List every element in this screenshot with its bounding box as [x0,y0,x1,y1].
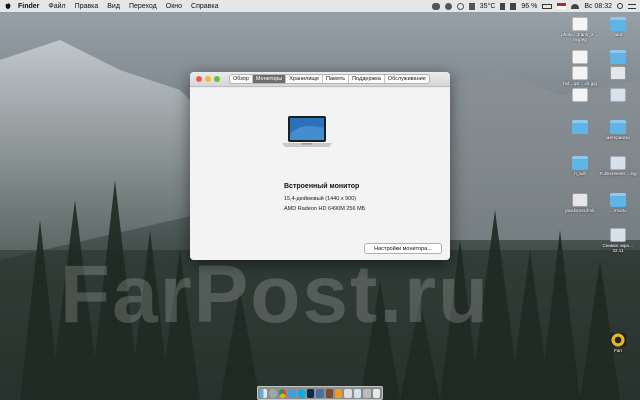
notifications-icon[interactable] [628,3,636,9]
desktop-icon-label: h_wiif [574,171,586,176]
menu-bar: Finder Файл Правка Вид Переход Окно Спра… [0,0,640,12]
desktop-icon-label: материалы [606,135,630,140]
menu-help[interactable]: Справка [191,3,218,10]
desktop-app-fan[interactable]: Fan [598,333,638,353]
desktop-folder-card[interactable]: card [598,17,638,37]
trash-icon[interactable] [372,388,381,398]
desktop-file[interactable] [560,50,600,64]
bluetooth-icon[interactable] [500,2,506,10]
desktop-folder-rmorto[interactable]: …rmorto [598,193,638,213]
tab-memory[interactable]: Память [323,75,350,83]
tab-bar: Обзор Мониторы Хранилище Память Поддержк… [229,74,430,84]
image-icon [610,156,626,170]
menu-view[interactable]: Вид [107,3,120,10]
about-this-mac-window: Обзор Мониторы Хранилище Память Поддержк… [190,72,450,260]
battery-icon[interactable] [542,3,553,9]
tab-support[interactable]: Поддержка [349,75,385,83]
display-settings-button[interactable]: Настройки монитора... [364,243,442,254]
desktop-icon-label: photo…3 ans_3 …m.jpeg [561,32,599,42]
minimize-button[interactable] [205,76,211,82]
desktop-file-hid[interactable]: hid…qsl …ck.jpg [560,66,600,86]
desktop-folder[interactable] [560,120,600,134]
folder-icon [610,193,626,207]
apple-icon[interactable] [4,2,12,10]
menu-file[interactable]: Файл [48,3,65,10]
photoshop-icon[interactable] [306,388,315,398]
desktop-folder-hwiif[interactable]: h_wiif [560,156,600,176]
sync-icon[interactable] [456,2,464,10]
desktop-icon-label: card [613,32,623,37]
display-resolution: 15,4-дюймовый (1440 x 900) [284,196,357,202]
menu-window[interactable]: Окно [166,3,182,10]
folder-icon [572,156,588,170]
tab-service[interactable]: Обслуживание [385,75,429,83]
desktop-icon-label: hid…qsl …ck.jpg [563,81,597,86]
flag-icon[interactable] [557,3,567,9]
tab-storage[interactable]: Хранилище [286,75,323,83]
document-icon [572,50,588,64]
graphics-card: AMD Radeon HD 6490M 256 МБ [284,206,366,212]
desktop-screenshot-file[interactable]: Снимок экра…32.11 [598,228,638,253]
display-name: Встроенный монитор [284,183,360,190]
desktop-screenshot[interactable] [598,88,638,102]
circle-icon[interactable] [444,2,452,10]
download-icon[interactable] [468,2,475,10]
desktop-icon-label: Снимок экра…32.11 [602,243,634,253]
wifi-icon[interactable] [571,3,580,9]
folder-icon [572,120,588,134]
folder-icon [610,17,626,31]
radiation-icon [610,333,626,347]
dock [257,386,383,400]
clock[interactable]: Вс 08:32 [584,3,612,10]
window-content: Встроенный монитор 15,4-дюймовый (1440 x… [190,88,450,260]
document-icon [610,66,626,80]
app-icon[interactable] [316,388,324,398]
temperature-readout[interactable]: 35°C [480,3,496,10]
menu-edit[interactable]: Правка [75,3,99,10]
safari-icon[interactable] [288,388,296,398]
illustrator-icon[interactable] [335,388,343,398]
folder-icon [610,50,626,64]
chrome-icon[interactable] [278,388,287,398]
desktop-icon-label: javaforest.ifmb [565,208,595,213]
image-icon [610,88,626,102]
menu-app-finder[interactable]: Finder [18,3,39,10]
window-titlebar[interactable]: Обзор Мониторы Хранилище Память Поддержк… [190,72,450,87]
search-icon[interactable] [617,3,623,9]
desktop-file[interactable] [560,88,600,102]
desktop-file[interactable] [598,66,638,80]
desktop-folder-materials[interactable]: материалы [598,120,638,140]
desktop-file-javaforest[interactable]: javaforest.ifmb [560,193,600,213]
launchpad-icon[interactable] [269,388,277,398]
folder-icon [610,120,626,134]
document-icon [572,66,588,80]
zoom-button[interactable] [214,76,220,82]
desktop-icon-label: FullScreenM …ing [599,171,637,176]
watermark: FarPost.ru [60,249,491,340]
desktop-folder[interactable] [598,50,638,64]
close-button[interactable] [196,76,202,82]
desktop-file-fullscreen[interactable]: FullScreenM …ing [598,156,638,176]
desktop-icon-label: Fan [614,348,622,353]
document-icon [572,88,588,102]
app-icon[interactable] [344,388,352,398]
image-icon [610,228,626,242]
app-icon[interactable] [325,388,334,398]
tab-displays[interactable]: Мониторы [252,75,287,83]
app-icon[interactable] [363,388,371,398]
menu-go[interactable]: Переход [129,3,157,10]
desktop-icon-label: …rmorto [609,208,627,213]
laptop-icon [282,116,332,147]
volume-icon[interactable] [510,2,517,10]
preview-icon[interactable] [353,388,362,398]
cloud-icon[interactable] [431,2,440,10]
tab-overview[interactable]: Обзор [230,75,253,83]
skype-icon[interactable] [297,388,305,398]
finder-icon[interactable] [259,388,268,398]
document-icon [572,17,588,31]
document-icon [572,193,588,207]
battery-percent[interactable]: 96 % [521,3,537,10]
status-area: 35°C 96 % Вс 08:32 [431,2,636,10]
desktop-file-photo[interactable]: photo…3 ans_3 …m.jpeg [560,17,600,42]
